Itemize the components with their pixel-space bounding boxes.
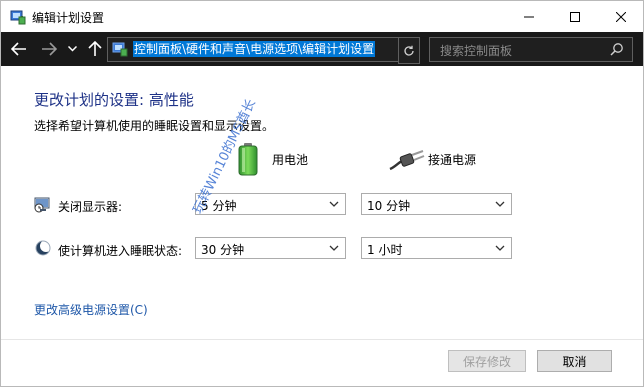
arrow-right-icon: [42, 42, 57, 56]
arrow-up-icon: [88, 41, 102, 56]
refresh-icon: [404, 45, 414, 56]
column-header-battery: 用电池: [272, 153, 309, 167]
minimize-button[interactable]: [506, 1, 552, 32]
display-off-on-battery-select[interactable]: 5 分钟: [195, 193, 346, 215]
advanced-power-settings-link[interactable]: 更改高级电源设置(C): [34, 301, 148, 318]
select-value: 30 分钟: [201, 243, 245, 257]
address-path[interactable]: 控制面板\硬件和声音\电源选项\编辑计划设置: [133, 41, 376, 57]
minimize-icon: [524, 16, 534, 17]
chevron-down-icon: [67, 46, 77, 52]
sleep-on-battery-select[interactable]: 30 分钟: [195, 237, 346, 259]
select-value: 10 分钟: [367, 199, 411, 213]
maximize-icon: [570, 11, 580, 22]
title-bar: 编辑计划设置: [1, 1, 643, 32]
chevron-down-icon: [329, 201, 339, 207]
navigation-bar: 控制面板\硬件和声音\电源选项\编辑计划设置 搜索控制面板: [1, 32, 643, 66]
address-bar[interactable]: 控制面板\硬件和声音\电源选项\编辑计划设置: [107, 37, 499, 62]
chevron-down-icon: [495, 245, 505, 251]
display-off-plugged-in-select[interactable]: 10 分钟: [361, 193, 512, 215]
edit-plan-settings-window: 编辑计划设置 控制面板\硬件和声音\电源选项\编辑计划设置 搜索控制面板 更改计…: [0, 0, 644, 387]
turn-off-display-label: 关闭显示器:: [58, 200, 123, 214]
forward-button[interactable]: [39, 40, 59, 58]
cancel-button[interactable]: 取消: [537, 350, 612, 372]
chevron-down-icon: [329, 245, 339, 251]
power-plug-icon: [389, 150, 425, 171]
sleep-plugged-in-select[interactable]: 1 小时: [361, 237, 512, 259]
power-options-location-icon: [112, 42, 128, 57]
column-header-plugged-in: 接通电源: [428, 153, 477, 167]
save-changes-button[interactable]: 保存修改: [448, 350, 526, 372]
search-placeholder: 搜索控制面板: [440, 44, 513, 58]
search-box[interactable]: 搜索控制面板: [429, 37, 633, 62]
search-icon[interactable]: [610, 42, 624, 56]
back-button[interactable]: [9, 40, 29, 58]
maximize-button[interactable]: [552, 1, 598, 32]
refresh-button[interactable]: [398, 37, 420, 64]
close-button[interactable]: [598, 1, 644, 32]
battery-icon: [238, 143, 258, 176]
power-options-app-icon: [10, 10, 26, 25]
page-heading: 更改计划的设置: 高性能: [34, 91, 194, 109]
sleep-label: 使计算机进入睡眠状态:: [58, 244, 183, 258]
sleep-moon-icon: [35, 240, 52, 256]
close-icon: [616, 11, 626, 22]
chevron-down-icon: [495, 201, 505, 207]
display-timer-icon: [34, 197, 50, 213]
select-value: 1 小时: [367, 243, 403, 257]
footer-divider: [1, 339, 643, 340]
up-button[interactable]: [87, 40, 103, 58]
recent-locations-button[interactable]: [66, 40, 78, 58]
arrow-left-icon: [11, 42, 26, 56]
window-title: 编辑计划设置: [32, 11, 105, 25]
